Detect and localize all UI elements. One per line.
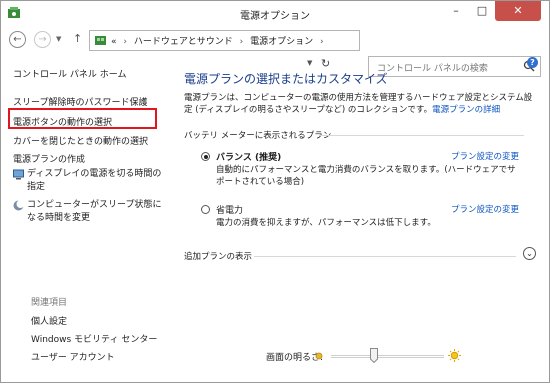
back-button[interactable]: ← [9, 31, 26, 48]
power-saver-plan-label[interactable]: 省電力 [216, 203, 243, 216]
breadcrumb: « › ハードウェアとサウンド › 電源オプション › [111, 37, 324, 47]
brightness-slider-track[interactable] [331, 355, 444, 358]
maximize-button[interactable]: □ [469, 1, 495, 21]
battery-meter-plans-heading: バッテリ メーターに表示されるプラン [184, 131, 332, 141]
sidebar-item-power-button[interactable]: 電源ボタンの動作の選択 [13, 115, 112, 128]
balanced-plan-radio[interactable] [201, 152, 210, 161]
control-panel-icon [95, 36, 106, 45]
breadcrumb-hardware-sound[interactable]: ハードウェアとサウンド [134, 37, 233, 47]
breadcrumb-overflow[interactable]: « [111, 37, 117, 47]
moon-icon [13, 200, 24, 211]
control-panel-home-link[interactable]: コントロール パネル ホーム [13, 67, 126, 80]
main-content: ? 電源プランの選択またはカスタマイズ 電源プランは、コンピューターの電源の使用… [171, 53, 549, 383]
sidebar: コントロール パネル ホーム スリープ解除時のパスワード保護 電源ボタンの動作の… [1, 53, 171, 383]
see-also-mobility-center[interactable]: Windows モビリティ センター [31, 332, 157, 345]
power-plan-details-link[interactable]: 電源プランの詳細 [432, 105, 500, 115]
additional-plans-divider [254, 256, 516, 257]
sidebar-item-sleep-time[interactable]: コンピューターがスリープ状態になる時間を変更 [13, 199, 167, 225]
balanced-plan-settings-link[interactable]: プラン設定の変更 [451, 150, 519, 162]
sidebar-item-lid-close[interactable]: カバーを閉じたときの動作の選択 [13, 134, 148, 147]
navigation-bar: ← → ▼ ↑ « › ハードウェアとサウンド › 電源オプション › ▼ ↻ … [1, 27, 549, 77]
see-also-user-accounts[interactable]: ユーザー アカウント [31, 350, 115, 363]
display-icon [13, 169, 24, 180]
power-saver-plan-description: 電力の消費を抑えますが、パフォーマンスは低下します。 [216, 218, 436, 228]
forward-button[interactable]: → [34, 31, 51, 48]
up-arrow-icon: ↑ [73, 32, 83, 45]
power-saver-plan-radio[interactable] [201, 205, 210, 214]
balanced-plan-label[interactable]: バランス (推奨) [216, 150, 281, 163]
recent-locations-dropdown[interactable]: ▼ [56, 35, 61, 43]
back-arrow-icon: ← [13, 34, 22, 45]
help-icon[interactable]: ? [527, 57, 538, 68]
page-title: 電源プランの選択またはカスタマイズ [184, 72, 388, 86]
expand-plans-button[interactable]: ⌄ [523, 247, 536, 260]
power-saver-plan-settings-link[interactable]: プラン設定の変更 [451, 203, 519, 215]
page-description: 電源プランは、コンピューターの電源の使用方法を管理するハードウェア設定とシステム… [184, 93, 533, 115]
balanced-plan-description: 自動的にパフォーマンスと電力消費のバランスを取ります。(ハードウェアでサポートさ… [216, 165, 516, 187]
title-bar: 電源オプション – □ ✕ [1, 1, 549, 27]
minimize-button[interactable]: – [443, 1, 469, 21]
brightness-high-icon [448, 349, 461, 362]
show-additional-plans-label[interactable]: 追加プランの表示 [184, 250, 252, 262]
sidebar-item-create-plan[interactable]: 電源プランの作成 [13, 152, 85, 165]
forward-arrow-icon: → [38, 34, 47, 45]
address-bar[interactable]: « › ハードウェアとサウンド › 電源オプション › [89, 30, 360, 51]
breadcrumb-power-options[interactable]: 電源オプション [250, 37, 313, 47]
sidebar-item-display-off[interactable]: ディスプレイの電源を切る時間の指定 [13, 168, 167, 194]
brightness-low-icon [315, 352, 323, 360]
up-button[interactable]: ↑ [73, 32, 82, 45]
see-also-heading: 関連項目 [31, 298, 68, 308]
chevron-down-icon: ⌄ [526, 249, 533, 258]
group-divider [319, 135, 524, 136]
brightness-slider-thumb[interactable] [369, 348, 378, 363]
sidebar-item-wake-password[interactable]: スリープ解除時のパスワード保護 [13, 95, 147, 108]
see-also-personalization[interactable]: 個人設定 [31, 314, 67, 327]
window: 電源オプション – □ ✕ ← → ▼ ↑ « › ハードウェアとサウンド › … [0, 0, 550, 383]
close-button[interactable]: ✕ [495, 1, 541, 21]
